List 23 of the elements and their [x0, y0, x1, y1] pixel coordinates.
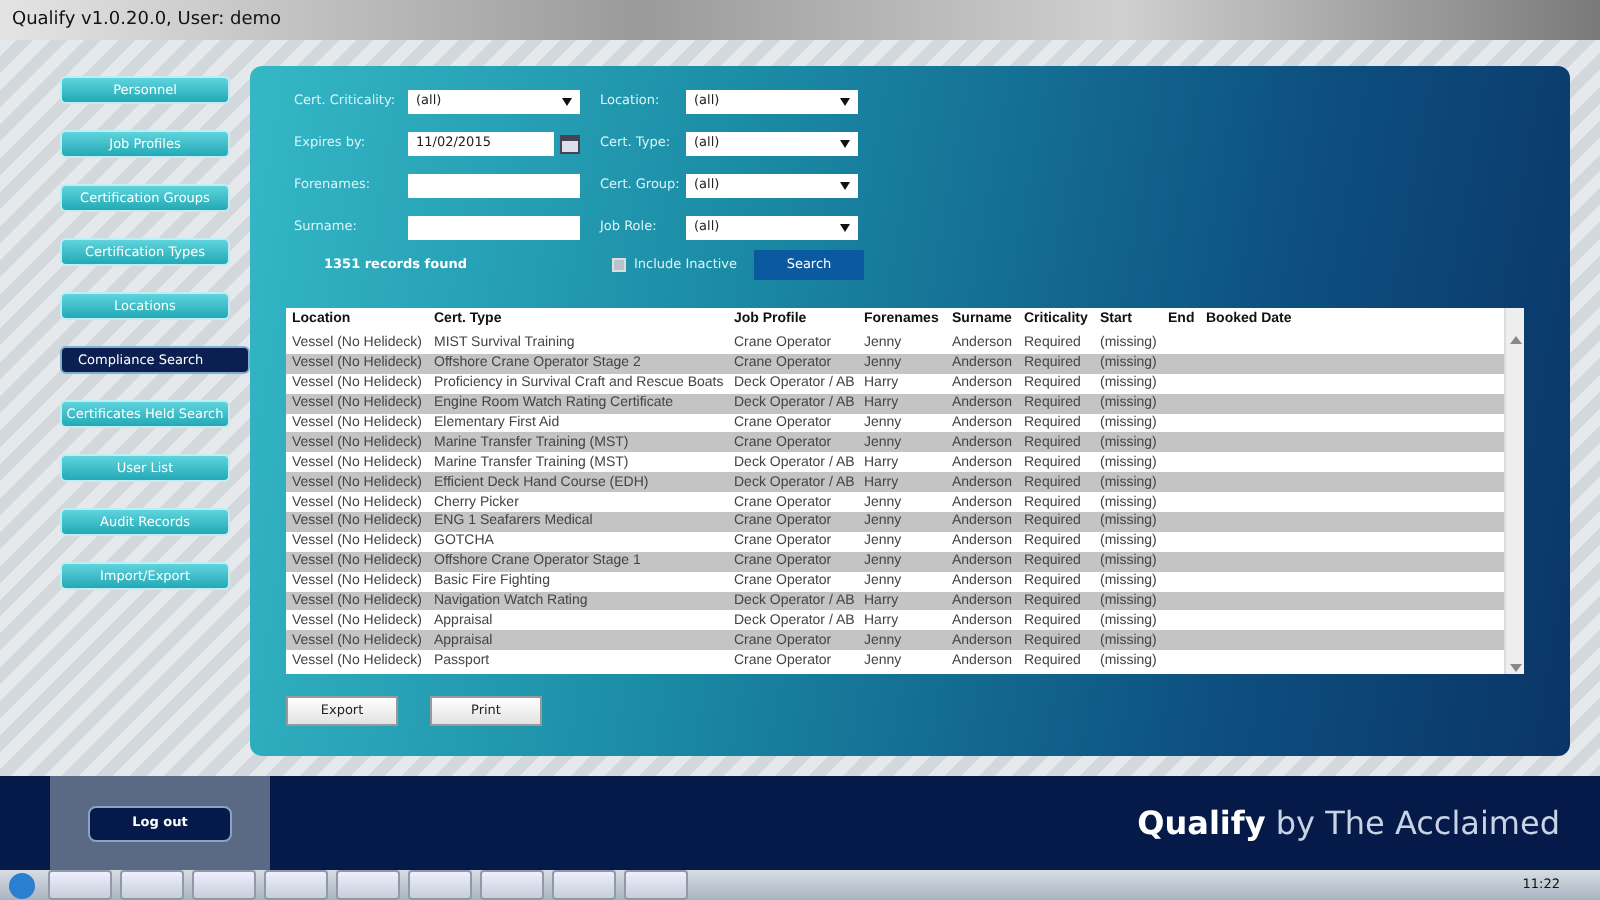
taskbar-app-icon[interactable] — [192, 870, 256, 900]
caret-icon — [562, 98, 572, 106]
taskbar-app-icon[interactable] — [336, 870, 400, 900]
taskbar-app-icon[interactable] — [120, 870, 184, 900]
scroll-down-icon[interactable] — [1509, 664, 1521, 674]
input-field[interactable] — [408, 174, 580, 198]
taskbar-app-icon[interactable] — [480, 870, 544, 900]
window-title: Qualify v1.0.20.0, User: demo — [0, 0, 1600, 40]
caret-icon — [840, 182, 850, 190]
scroll-up-icon[interactable] — [1509, 334, 1521, 344]
calendar-icon[interactable] — [560, 134, 580, 154]
taskbar-app-icon[interactable] — [408, 870, 472, 900]
taskbar-app-icon[interactable] — [48, 870, 112, 900]
taskbar-app-icon[interactable] — [552, 870, 616, 900]
vertical-scrollbar[interactable] — [1504, 308, 1524, 674]
taskbar-app-icon[interactable] — [624, 870, 688, 900]
caret-icon — [840, 224, 850, 232]
input-field[interactable] — [408, 216, 580, 240]
caret-icon — [840, 98, 850, 106]
taskbar-app-icon[interactable] — [264, 870, 328, 900]
brand-text: Qualify by The Acclaimed — [1137, 801, 1560, 845]
caret-icon — [840, 140, 850, 148]
start-icon[interactable] — [8, 871, 36, 899]
